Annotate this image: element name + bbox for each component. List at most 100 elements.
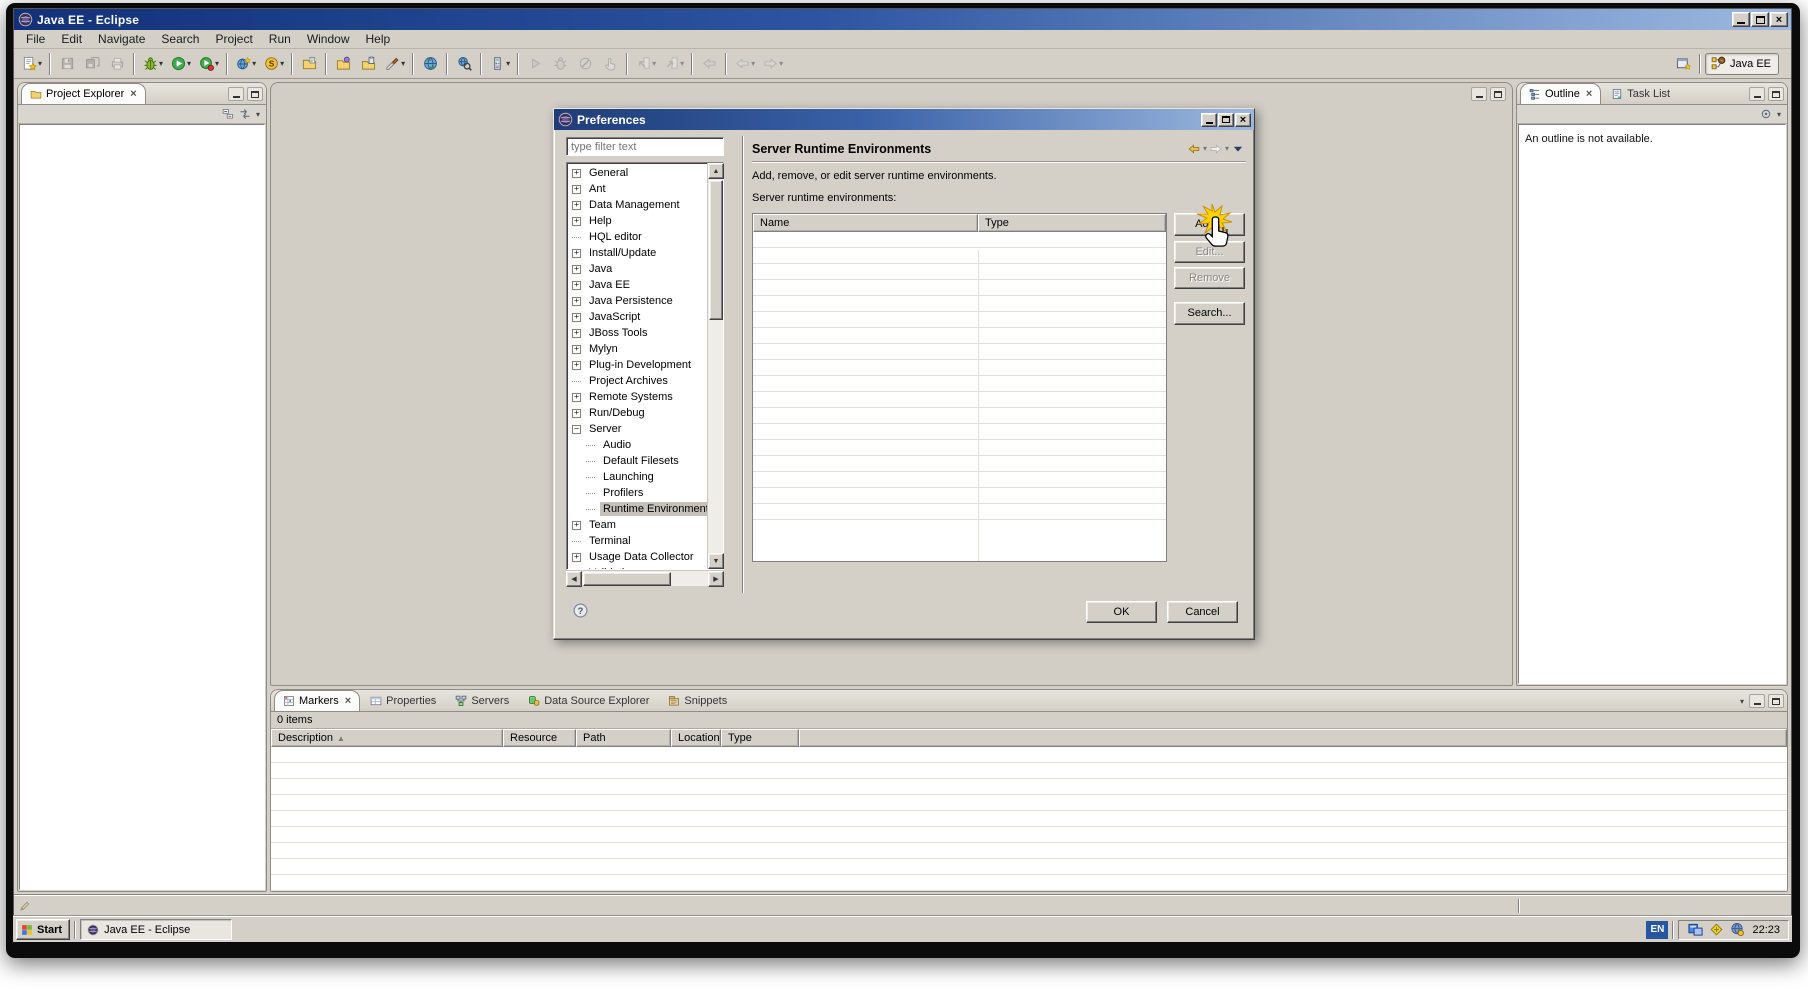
search-button[interactable]: Search... <box>1174 302 1245 325</box>
table-row[interactable] <box>753 456 1166 472</box>
edit-button[interactable]: Edit... <box>1174 241 1245 263</box>
close-icon[interactable]: × <box>1586 88 1592 100</box>
next-annotation-button[interactable]: ▾ <box>660 52 687 76</box>
tree-item-javascript[interactable]: +JavaScript <box>567 309 707 325</box>
scroll-left-icon[interactable]: ◀ <box>566 571 582 587</box>
tree-vertical-scrollbar[interactable]: ▲ ▼ <box>707 163 723 569</box>
tree-item-java-persistence[interactable]: +Java Persistence <box>567 293 707 309</box>
maximize-editor-button[interactable] <box>1490 87 1506 101</box>
web-search-button[interactable] <box>452 52 476 76</box>
stop-server-button[interactable] <box>573 52 597 76</box>
column-header-type[interactable]: Type <box>721 729 799 747</box>
tab-servers[interactable]: Servers <box>446 690 518 711</box>
print-button[interactable] <box>105 52 129 76</box>
tree-expander-icon[interactable]: + <box>572 297 581 306</box>
tree-item-validation[interactable]: Validation <box>567 565 707 569</box>
table-row[interactable] <box>753 376 1166 392</box>
tab-snippets[interactable]: Snippets <box>659 690 736 711</box>
tree-item-usage-data-collector[interactable]: +Usage Data Collector <box>567 549 707 565</box>
column-header-location[interactable]: Location <box>671 729 721 747</box>
column-header-type[interactable]: Type <box>978 214 1166 232</box>
add-button[interactable]: Add... <box>1174 213 1245 236</box>
menu-edit[interactable]: Edit <box>53 30 90 48</box>
publish-server-button[interactable] <box>598 52 622 76</box>
forward-button[interactable]: ▾ <box>759 52 786 76</box>
minimize-view-button[interactable] <box>1749 87 1765 101</box>
open-perspective-button[interactable] <box>1671 52 1695 76</box>
back-button[interactable]: ▾ <box>731 52 758 76</box>
tab-outline[interactable]: Outline× <box>1520 83 1601 104</box>
tree-item-general[interactable]: +General <box>567 165 707 181</box>
tree-item-default-filesets[interactable]: Default Filesets <box>567 453 707 469</box>
tree-expander-icon[interactable]: + <box>572 521 581 530</box>
tree-expander-icon[interactable]: + <box>572 217 581 226</box>
jboss-central-dropdown-icon[interactable]: ▾ <box>280 59 284 68</box>
back-history-menu-icon[interactable]: ▾ <box>1203 144 1207 153</box>
debug-button[interactable]: ▾ <box>139 52 166 76</box>
tree-expander-icon[interactable]: + <box>572 249 581 258</box>
tab-markers[interactable]: Markers× <box>274 690 360 711</box>
menu-project[interactable]: Project <box>207 30 260 48</box>
view-menu-icon[interactable]: ▾ <box>256 110 260 119</box>
forward-history-icon[interactable] <box>1210 143 1222 155</box>
tree-item-mylyn[interactable]: +Mylyn <box>567 341 707 357</box>
tab-properties[interactable]: Properties <box>361 690 445 711</box>
filter-input[interactable] <box>566 137 724 156</box>
save-all-button[interactable] <box>80 52 104 76</box>
tab-project-explorer[interactable]: Project Explorer × <box>21 83 146 104</box>
dialog-titlebar[interactable]: Preferences × <box>554 109 1254 130</box>
scrollbar-thumb[interactable] <box>709 180 723 320</box>
tree-item-ant[interactable]: +Ant <box>567 181 707 197</box>
tree-item-team[interactable]: +Team <box>567 517 707 533</box>
tree-item-hql-editor[interactable]: HQL editor <box>567 229 707 245</box>
tree-item-java-ee[interactable]: +Java EE <box>567 277 707 293</box>
tree-item-jboss-tools[interactable]: +JBoss Tools <box>567 325 707 341</box>
minimize-editor-button[interactable] <box>1471 87 1487 101</box>
remove-button[interactable]: Remove <box>1174 267 1245 289</box>
table-row[interactable] <box>753 344 1166 360</box>
tree-expander-icon[interactable]: + <box>572 409 581 418</box>
table-row[interactable] <box>753 248 1166 264</box>
tab-data-source-explorer[interactable]: Data Source Explorer <box>519 690 658 711</box>
column-header-description[interactable]: Description▲ <box>271 729 503 747</box>
paintbrush-button[interactable]: ▾ <box>381 52 408 76</box>
taskbar-task-java-ee-eclipse[interactable]: Java EE - Eclipse <box>80 919 232 940</box>
project-explorer-content[interactable] <box>19 124 265 890</box>
table-row[interactable] <box>753 312 1166 328</box>
external-tools-dropdown-icon[interactable]: ▾ <box>215 59 219 68</box>
new-web-wizard-button[interactable]: ▾ <box>232 52 259 76</box>
dialog-close-button[interactable]: × <box>1235 113 1251 127</box>
table-row[interactable] <box>753 232 1166 248</box>
tree-expander-icon[interactable]: + <box>572 265 581 274</box>
next-annotation-dropdown-icon[interactable]: ▾ <box>680 59 684 68</box>
application-tray-icon[interactable] <box>1687 922 1703 938</box>
close-icon[interactable]: × <box>130 88 136 100</box>
tree-expander-icon[interactable]: + <box>572 169 581 178</box>
table-row[interactable] <box>753 328 1166 344</box>
help-button[interactable]: ? <box>568 598 592 622</box>
table-row[interactable] <box>271 779 1787 795</box>
tree-expander-icon[interactable]: + <box>572 281 581 290</box>
forward-dropdown-icon[interactable]: ▾ <box>779 59 783 68</box>
new-web-wizard-dropdown-icon[interactable]: ▾ <box>252 59 256 68</box>
tree-item-run-debug[interactable]: +Run/Debug <box>567 405 707 421</box>
table-row[interactable] <box>271 795 1787 811</box>
scroll-down-icon[interactable]: ▼ <box>708 553 724 569</box>
menu-file[interactable]: File <box>18 30 53 48</box>
tree-expander-icon[interactable]: + <box>572 393 581 402</box>
new-wizard-dropdown-icon[interactable]: ▾ <box>38 59 42 68</box>
back-dropdown-icon[interactable]: ▾ <box>751 59 755 68</box>
collapse-all-icon[interactable] <box>222 108 234 120</box>
column-header-path[interactable]: Path <box>576 729 671 747</box>
java-update-tray-icon[interactable] <box>1708 922 1724 938</box>
table-row[interactable] <box>753 440 1166 456</box>
tree-expander-icon[interactable]: − <box>572 425 581 434</box>
network-tray-icon[interactable] <box>1729 922 1745 938</box>
tree-expander-icon[interactable]: + <box>572 201 581 210</box>
language-indicator[interactable]: EN <box>1646 921 1668 939</box>
scroll-up-icon[interactable]: ▲ <box>708 163 724 179</box>
tree-item-java[interactable]: +Java <box>567 261 707 277</box>
tree-expander-icon[interactable]: + <box>572 313 581 322</box>
column-header-resource[interactable]: Resource <box>503 729 576 747</box>
cancel-button[interactable]: Cancel <box>1167 601 1238 623</box>
